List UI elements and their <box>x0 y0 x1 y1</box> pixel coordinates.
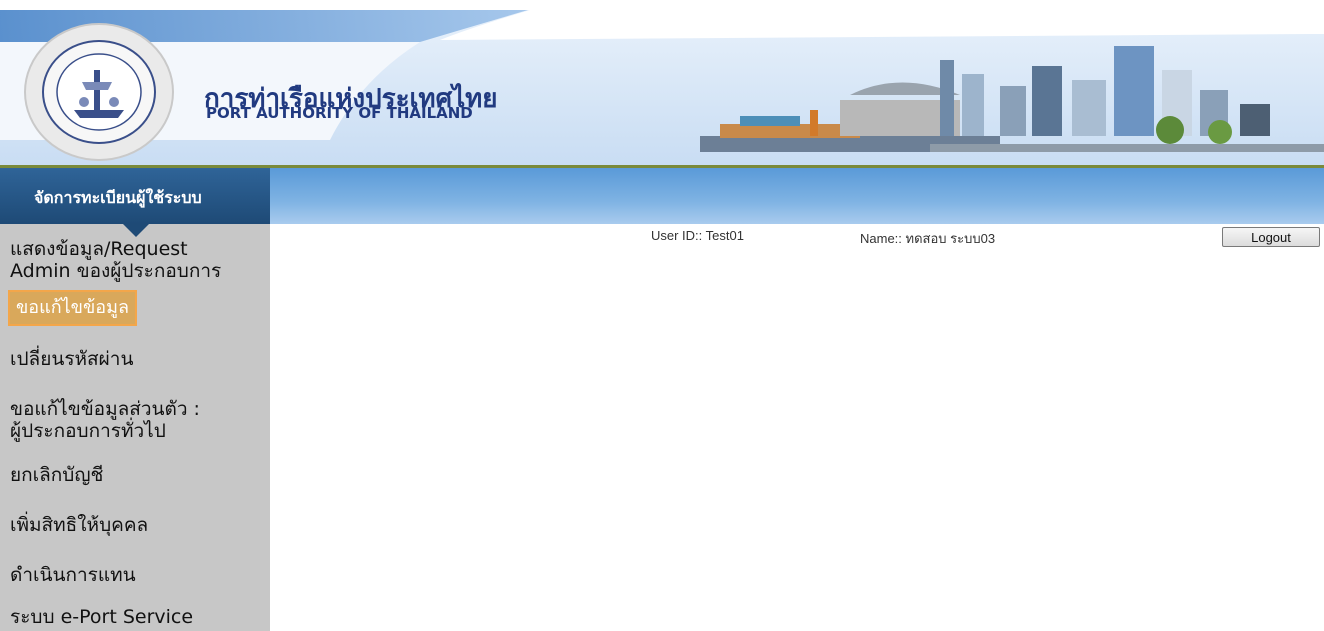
user-id-label: User ID:: Test01 <box>651 228 744 243</box>
sidebar-item-change-password[interactable]: เปลี่ยนรหัสผ่าน <box>10 348 133 370</box>
user-name-label: Name:: ทดสอบ ระบบ03 <box>860 231 996 246</box>
sidebar-item-label: ขอแก้ไขข้อมูล <box>16 297 129 318</box>
sidebar-item-label: เปลี่ยนรหัสผ่าน <box>10 348 134 370</box>
sidebar-menu: แสดงข้อมูล/Request Admin ของผู้ประกอบการ… <box>0 224 270 631</box>
sidebar-item-label: ระบบ e-Port Service <box>10 606 194 628</box>
sidebar-item-label: ดำเนินการแทน <box>10 564 136 586</box>
sidebar-item-label: เพิ่มสิทธิให้บุคคล <box>10 514 149 536</box>
sidebar-header-pointer <box>123 224 149 237</box>
port-skyline-illustration <box>700 46 1324 152</box>
sidebar-item-edit-personal-data[interactable]: ขอแก้ไขข้อมูลส่วนตัว : ผู้ประกอบการทั่วไ… <box>10 398 200 442</box>
sidebar-item-label: ขอแก้ไขข้อมูลส่วนตัว : <box>10 398 200 420</box>
sidebar-item-request-edit-data[interactable]: ขอแก้ไขข้อมูล <box>8 290 137 326</box>
page-header: การท่าเรือแห่งประเทศไทย PORT AUTHORITY O… <box>0 0 1324 168</box>
sidebar-item-label: ยกเลิกบัญชี <box>10 464 104 486</box>
logout-button[interactable]: Logout <box>1222 227 1320 247</box>
port-authority-seal-icon <box>24 23 174 161</box>
sidebar-title: จัดการทะเบียนผู้ใช้ระบบ <box>34 188 202 207</box>
sidebar-item-cancel-account[interactable]: ยกเลิกบัญชี <box>10 464 103 486</box>
org-name-english: PORT AUTHORITY OF THAILAND <box>206 104 473 122</box>
sidebar-item-eport-service[interactable]: ระบบ e-Port Service <box>10 606 193 628</box>
sidebar-item-show-data-request-admin[interactable]: แสดงข้อมูล/Request Admin ของผู้ประกอบการ <box>10 238 221 282</box>
sidebar-item-label: Admin ของผู้ประกอบการ <box>10 260 222 282</box>
sidebar-item-label: แสดงข้อมูล/Request <box>10 238 188 260</box>
sidebar-item-act-on-behalf[interactable]: ดำเนินการแทน <box>10 564 136 586</box>
sidebar-item-label: ผู้ประกอบการทั่วไป <box>10 420 166 442</box>
sidebar-header: จัดการทะเบียนผู้ใช้ระบบ <box>0 168 270 224</box>
top-nav-bar <box>270 168 1324 224</box>
sidebar-item-add-user-rights[interactable]: เพิ่มสิทธิให้บุคคล <box>10 514 148 536</box>
